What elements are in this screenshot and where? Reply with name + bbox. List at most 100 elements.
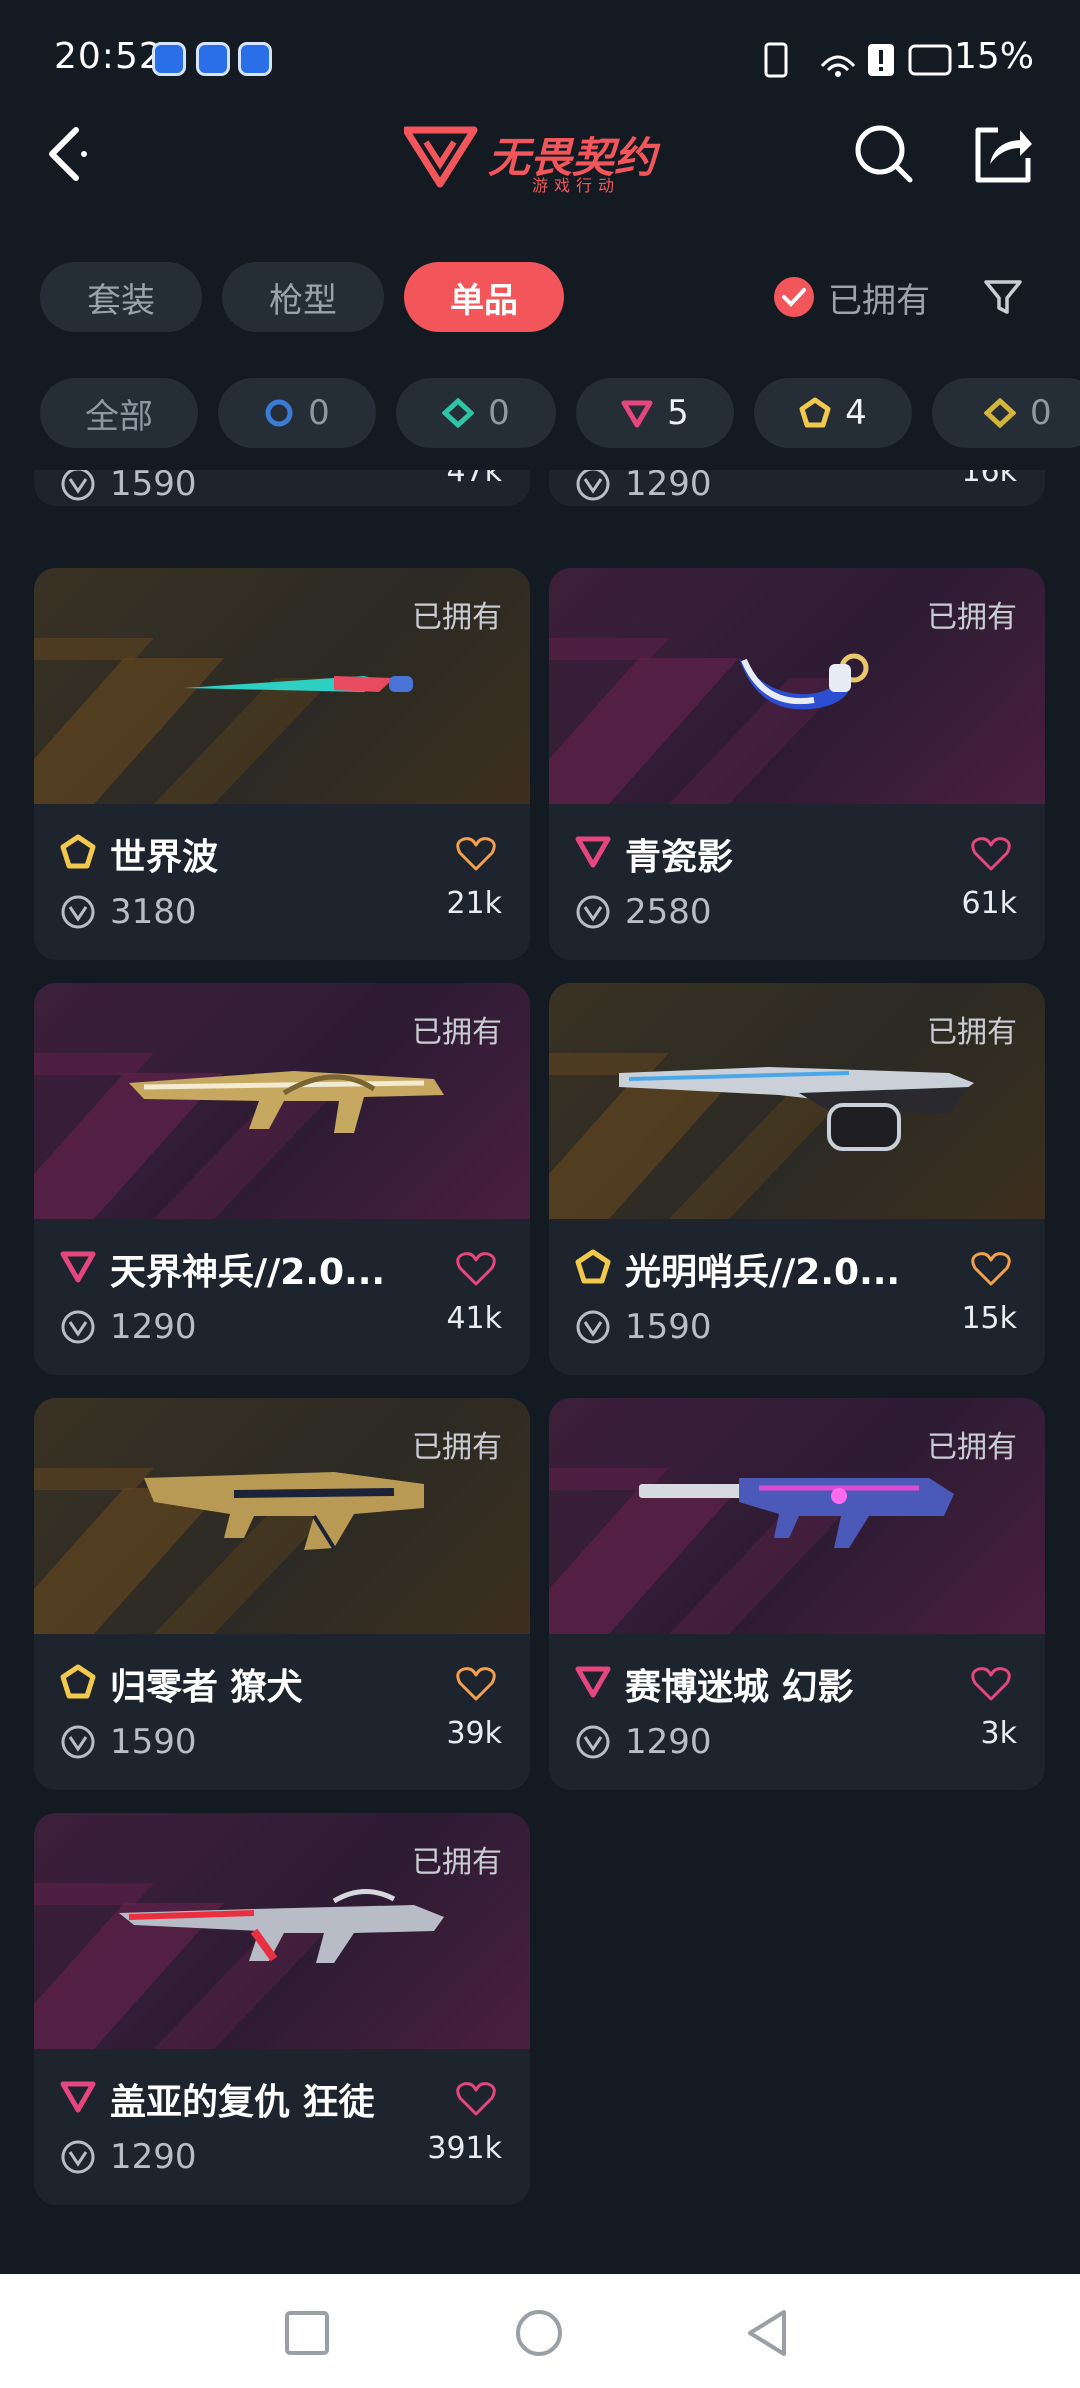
chip-ultra[interactable]: 0 [932, 378, 1080, 448]
chip-exclusive[interactable]: 4 [754, 378, 912, 448]
chip-all[interactable]: 全部 [40, 378, 198, 448]
skin-artwork: 已拥有 [549, 1398, 1045, 1634]
tab-weapon-types[interactable]: 枪型 [222, 262, 384, 332]
vp-currency-icon [61, 1725, 95, 1759]
like-count: 3k [980, 1716, 1017, 1751]
app-notification-icon [196, 42, 230, 76]
like-count: 39k [446, 1716, 502, 1751]
skin-grid[interactable]: 1590 47k 1290 16k 已拥有 世界波 3180 21k 已拥有 青瓷影 258… [0, 470, 1080, 2274]
vp-currency-icon [61, 470, 95, 501]
skin-price: 1290 [625, 470, 712, 504]
ultra-tier-icon [984, 398, 1016, 428]
vp-currency-icon [576, 895, 610, 929]
vp-currency-icon [576, 470, 610, 501]
exclusive-tier-icon [799, 397, 831, 428]
skin-price: 1590 [625, 1307, 712, 1347]
like-count: 41k [446, 1301, 502, 1336]
skin-card[interactable]: 1590 47k [34, 470, 530, 506]
select-tier-icon [265, 399, 293, 427]
vp-currency-icon [576, 1310, 610, 1344]
app-notification-icon [238, 42, 272, 76]
skin-price: 1590 [110, 1722, 197, 1762]
premium-tier-icon [575, 1666, 611, 1698]
home-icon[interactable] [514, 2308, 564, 2358]
heart-icon[interactable] [971, 1666, 1011, 1702]
owned-badge: 已拥有 [927, 1430, 1017, 1465]
recent-apps-icon[interactable] [284, 2310, 330, 2356]
skin-artwork: 已拥有 [34, 1398, 530, 1634]
app-logo: 无畏契约 游戏行动 [402, 118, 684, 195]
skin-card[interactable]: 已拥有 世界波 3180 21k [34, 568, 530, 960]
heart-icon[interactable] [456, 1666, 496, 1702]
chip-deluxe[interactable]: 0 [396, 378, 556, 448]
heart-icon[interactable] [456, 836, 496, 872]
exclusive-tier-icon [575, 1249, 611, 1284]
chip-all-label: 全部 [85, 396, 153, 437]
skin-price: 1290 [110, 2137, 197, 2177]
skin-price: 1590 [110, 470, 197, 504]
tab-items[interactable]: 单品 [404, 262, 564, 332]
system-nav-bar [0, 2274, 1080, 2388]
owned-badge: 已拥有 [412, 1015, 502, 1050]
back-arrow-icon[interactable] [40, 124, 100, 184]
owned-badge: 已拥有 [927, 1015, 1017, 1050]
skin-card[interactable]: 已拥有 青瓷影 2580 61k [549, 568, 1045, 960]
premium-tier-icon [60, 2081, 96, 2113]
heart-icon[interactable] [971, 836, 1011, 872]
chip-select[interactable]: 0 [218, 378, 376, 448]
skin-name: 天界神兵//2.0... [110, 1252, 386, 1293]
skin-name: 盖亚的复仇 狂徒 [110, 2082, 375, 2123]
search-icon[interactable] [852, 122, 916, 186]
chip-count: 5 [667, 393, 689, 433]
premium-tier-icon [575, 836, 611, 868]
chip-count: 0 [1030, 393, 1052, 433]
heart-icon[interactable] [971, 1251, 1011, 1287]
skin-card[interactable]: 已拥有归零者 獠犬 1590 39k [34, 1398, 530, 1790]
chip-count: 0 [308, 393, 330, 433]
skin-price: 1290 [625, 1722, 712, 1762]
deluxe-tier-icon [442, 398, 475, 428]
skin-price: 3180 [110, 892, 197, 932]
premium-tier-icon [60, 1251, 96, 1283]
skin-name: 归零者 獠犬 [110, 1667, 303, 1708]
back-nav-icon[interactable] [744, 2308, 790, 2358]
status-bar: 20:52 15% [0, 0, 1080, 120]
chip-premium[interactable]: 5 [576, 378, 734, 448]
checkmark-icon [774, 277, 814, 317]
chip-count: 0 [488, 393, 510, 433]
skin-artwork: 已拥有 [549, 983, 1045, 1219]
skin-name: 青瓷影 [625, 837, 734, 878]
skin-card[interactable]: 已拥有 赛博迷城 幻影 1290 3k [549, 1398, 1045, 1790]
tab-bundles[interactable]: 套装 [40, 262, 202, 332]
like-count: 391k [427, 2131, 502, 2166]
like-count: 16k [961, 470, 1017, 489]
vp-currency-icon [61, 895, 95, 929]
heart-icon[interactable] [456, 2081, 496, 2117]
vp-currency-icon [61, 2140, 95, 2174]
skin-artwork: 已拥有 [34, 1813, 530, 2049]
skin-artwork: 已拥有 [34, 983, 530, 1219]
battery-level: 15% [953, 36, 1034, 77]
owned-filter-label: 已拥有 [828, 280, 930, 321]
skin-price: 1290 [110, 1307, 197, 1347]
premium-tier-icon [621, 400, 653, 428]
logo-subtitle: 游戏行动 [532, 176, 621, 195]
skin-artwork: 已拥有 [549, 568, 1045, 804]
heart-icon[interactable] [456, 1251, 496, 1287]
exclusive-tier-icon [60, 834, 96, 869]
chip-count: 4 [845, 393, 867, 433]
app-notification-icon [152, 42, 186, 76]
skin-card[interactable]: 1290 16k [549, 470, 1045, 506]
vp-currency-icon [576, 1725, 610, 1759]
skin-card[interactable]: 已拥有盖亚的复仇 狂徒 1290 391k [34, 1813, 530, 2205]
exclusive-tier-icon [60, 1664, 96, 1699]
filter-icon[interactable] [982, 276, 1024, 318]
owned-badge: 已拥有 [412, 1430, 502, 1465]
skin-name: 光明哨兵//2.0... [625, 1252, 901, 1293]
status-time: 20:52 [54, 36, 163, 77]
skin-card[interactable]: 已拥有天界神兵//2.0... 1290 41k [34, 983, 530, 1375]
owned-badge: 已拥有 [412, 1845, 502, 1880]
owned-filter-toggle[interactable]: 已拥有 [774, 270, 930, 324]
share-icon[interactable] [972, 122, 1036, 186]
skin-card[interactable]: 已拥有 光明哨兵//2.0... 1590 15k [549, 983, 1045, 1375]
